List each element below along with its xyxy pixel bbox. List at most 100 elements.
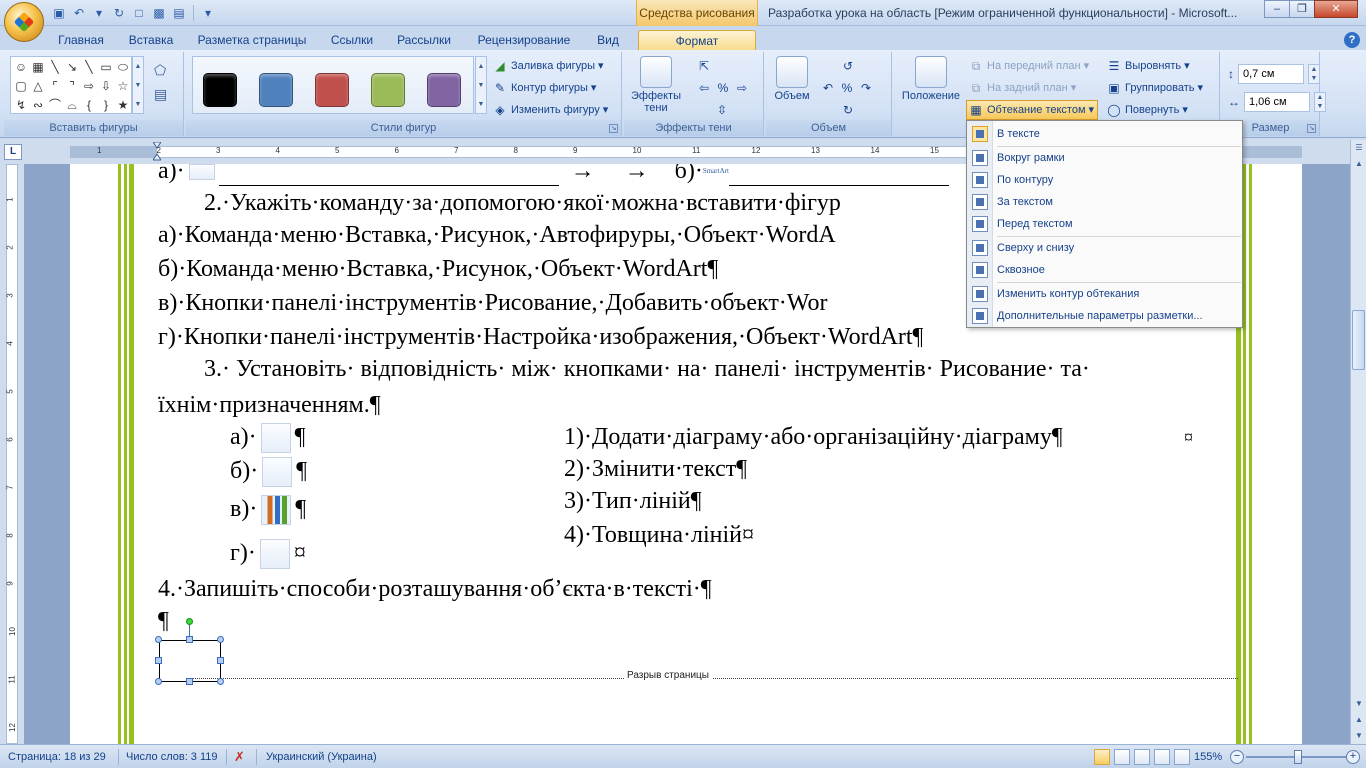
doc-line-options-ab[interactable]: а)· → → б)·SmartArt (158, 164, 949, 186)
spelling-check-icon[interactable]: ✗ (234, 745, 245, 768)
resize-handle-e[interactable] (217, 657, 224, 664)
help-icon[interactable]: ? (1344, 32, 1360, 48)
question-2-option-c[interactable]: в)·Кнопки·панелі·інструментів·Рисование,… (158, 288, 828, 318)
match-option-b[interactable]: б)· ¶ (230, 456, 307, 488)
draft-view-icon[interactable] (1174, 749, 1190, 765)
outline-view-icon[interactable] (1154, 749, 1170, 765)
text-wrapping-button[interactable]: ▦ Обтекание текстом ▾ (966, 100, 1099, 120)
match-answer-2[interactable]: 2)·Змінити·текст¶ (564, 454, 747, 484)
print-layout-view-icon[interactable] (1094, 749, 1110, 765)
scroll-down-icon[interactable]: ▼ (1351, 696, 1366, 712)
menu-item-in-front-of-text[interactable]: Перед текстом (967, 213, 1242, 235)
match-answer-1[interactable]: 1)·Додати·діаграму·або·організаційну·діа… (564, 422, 1063, 452)
elbow-shape-icon[interactable]: ⌜ (47, 78, 63, 96)
textbox-shape-icon[interactable]: ▦ (30, 59, 46, 77)
print-preview-icon[interactable]: ▤ (170, 4, 188, 22)
menu-item-more-layout-options[interactable]: Дополнительные параметры разметки... (967, 305, 1242, 327)
freeform-shape-icon[interactable]: ↯ (13, 97, 29, 115)
match-option-c[interactable]: в)· ¶ (230, 494, 306, 526)
zoom-slider-thumb[interactable] (1294, 750, 1302, 764)
send-to-back-button[interactable]: ⧉ На задний план ▾ (968, 78, 1077, 98)
arc-shape-icon[interactable]: ⌒ (47, 97, 63, 115)
shadow-up-button[interactable]: ⇱ (696, 56, 712, 76)
oval-shape-icon[interactable]: ⬭ (115, 59, 131, 77)
save-icon[interactable]: ▣ (50, 4, 68, 22)
curve-shape-icon[interactable]: ⌓ (64, 97, 80, 115)
status-language[interactable]: Украинский (Украина) (266, 745, 377, 768)
right-arrow-shape-icon[interactable]: ⇨ (81, 78, 97, 96)
selected-rectangle-shape[interactable] (159, 640, 221, 682)
resize-handle-nw[interactable] (155, 636, 162, 643)
menu-item-tight[interactable]: По контуру (967, 169, 1242, 191)
question-2-option-b[interactable]: б)·Команда·меню·Вставка,·Рисунок,·Объект… (158, 254, 718, 284)
brace-right-shape-icon[interactable]: } (98, 97, 114, 115)
rounded-rect-shape-icon[interactable]: ▢ (13, 78, 29, 96)
style-swatch-purple[interactable] (427, 73, 461, 107)
edit-points-icon[interactable]: ⬠ (154, 62, 166, 79)
resize-handle-sw[interactable] (155, 678, 162, 685)
prev-page-icon[interactable]: ▲ (1351, 712, 1366, 728)
shape-styles-gallery[interactable] (192, 56, 474, 114)
zoom-level[interactable]: 155% (1194, 745, 1222, 768)
tilt-down-button[interactable]: ↻ (840, 100, 856, 120)
full-screen-reading-icon[interactable] (1114, 749, 1130, 765)
rectangle-shape-icon[interactable]: ▭ (98, 59, 114, 77)
volume-button[interactable]: Объем (770, 56, 814, 102)
shape-styles-launcher-icon[interactable]: ↘ (609, 124, 618, 133)
new-document-icon[interactable]: □ (130, 4, 148, 22)
bring-to-front-button[interactable]: ⧉ На передний план ▾ (968, 56, 1089, 76)
star-shape-icon[interactable]: ☆ (115, 78, 131, 96)
close-icon[interactable]: ✕ (1314, 0, 1358, 18)
match-option-d[interactable]: г)· ¤ (230, 538, 306, 570)
question-3-line-1[interactable]: 3.· Установіть· відповідність· між· кноп… (204, 354, 1090, 384)
star2-shape-icon[interactable]: ★ (115, 97, 131, 115)
tab-mailings[interactable]: Рассылки (392, 30, 456, 50)
tab-format[interactable]: Формат (638, 30, 756, 50)
elbow2-shape-icon[interactable]: ⌝ (64, 78, 80, 96)
rotate-button[interactable]: ◯ Повернуть ▾ (1106, 100, 1188, 120)
web-layout-icon[interactable] (1134, 749, 1150, 765)
match-option-a[interactable]: а)· ¶ (230, 422, 306, 454)
scribble-shape-icon[interactable]: ∾ (30, 97, 46, 115)
line2-shape-icon[interactable]: ╲ (81, 59, 97, 77)
menu-item-edit-wrap-points[interactable]: Изменить контур обтекания (967, 283, 1242, 305)
match-answer-3[interactable]: 3)·Тип·ліній¶ (564, 486, 702, 516)
vertical-scrollbar[interactable]: ☰ ▲ ▼ ▲ ▼ (1350, 140, 1366, 744)
open-icon[interactable]: ▩ (150, 4, 168, 22)
shapes-gallery[interactable]: ☺ ▦ ╲ ↘ ╲ ▭ ⬭ ▢ △ ⌜ ⌝ ⇨ ⇩ ☆ ↯ ∾ ⌒ ⌓ { } … (10, 56, 132, 114)
indent-marker-icon[interactable] (153, 142, 161, 162)
menu-item-behind-text[interactable]: За текстом (967, 191, 1242, 213)
scroll-up-icon[interactable]: ▲ (1351, 156, 1366, 172)
menu-item-through[interactable]: Сквозное (967, 259, 1242, 281)
resize-handle-ne[interactable] (217, 636, 224, 643)
tab-selector-icon[interactable]: L (4, 144, 22, 160)
shape-fill-button[interactable]: ◢ Заливка фигуры ▾ (492, 56, 603, 76)
styles-gallery-scroll[interactable]: ▲ ▼ ▼ (475, 56, 487, 114)
down-arrow-shape-icon[interactable]: ⇩ (98, 78, 114, 96)
tab-insert[interactable]: Вставка (122, 30, 180, 50)
question-2-option-d[interactable]: г)·Кнопки·панелі·інструментів·Настройка·… (158, 322, 923, 352)
shapes-gallery-scroll[interactable]: ▲ ▼ ▼ (132, 56, 144, 114)
tilt-lr-button[interactable]: ↶% ↷ (820, 78, 874, 98)
height-spinner[interactable]: ▲ ▼ (1308, 64, 1320, 84)
undo-dropdown-icon[interactable]: ▾ (90, 4, 108, 22)
resize-handle-s[interactable] (186, 678, 193, 685)
undo-icon[interactable]: ↶ (70, 4, 88, 22)
shape-height-input[interactable]: 0,7 см (1238, 64, 1304, 84)
brace-shape-icon[interactable]: { (81, 97, 97, 115)
customize-qat-icon[interactable]: ▾ (199, 4, 217, 22)
status-page-count[interactable]: Страница: 18 из 29 (8, 745, 106, 768)
restore-icon[interactable]: ❐ (1289, 0, 1315, 18)
rotation-handle[interactable] (186, 618, 193, 625)
question-4[interactable]: 4.·Запишіть·способи·розташування·об’єкта… (158, 574, 712, 604)
status-word-count[interactable]: Число слов: 3 119 (126, 745, 218, 768)
zoom-out-icon[interactable]: − (1230, 750, 1244, 764)
line-shape-icon[interactable]: ╲ (47, 59, 63, 77)
resize-handle-w[interactable] (155, 657, 162, 664)
menu-item-square[interactable]: Вокруг рамки (967, 147, 1242, 169)
menu-item-top-bottom[interactable]: Сверху и снизу (967, 237, 1242, 259)
position-button[interactable]: Положение (896, 56, 966, 102)
office-button[interactable] (4, 2, 44, 42)
triangle-shape-icon[interactable]: △ (30, 78, 46, 96)
redo-icon[interactable]: ↻ (110, 4, 128, 22)
